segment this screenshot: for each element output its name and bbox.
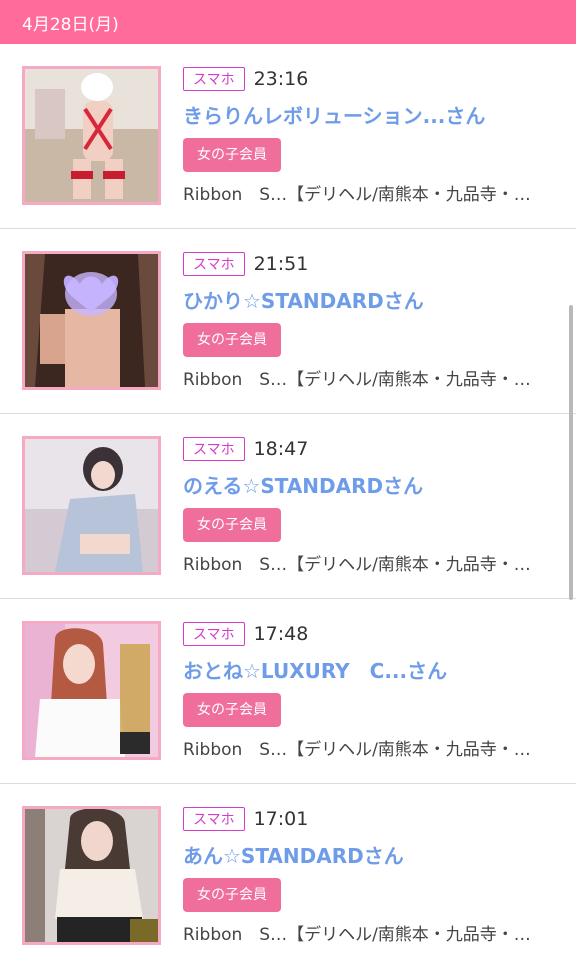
device-badge: スマホ <box>183 252 245 276</box>
entry-info: スマホ 18:47 のえる☆STANDARDさん 女の子会員 Ribbon S…… <box>183 436 556 575</box>
girl-name-link[interactable]: のえる☆STANDARDさん <box>183 472 556 500</box>
list-item[interactable]: スマホ 23:16 きらりんレボリューション...さん 女の子会員 Ribbon… <box>0 44 576 229</box>
diary-list: スマホ 23:16 きらりんレボリューション...さん 女の子会員 Ribbon… <box>0 44 576 969</box>
entry-info: スマホ 17:01 あん☆STANDARDさん 女の子会員 Ribbon S…【… <box>183 806 556 945</box>
list-item[interactable]: スマホ 21:51 ひかり☆STANDARDさん 女の子会員 Ribbon S…… <box>0 229 576 414</box>
profile-photo[interactable] <box>22 66 161 205</box>
post-time: 17:01 <box>253 808 309 830</box>
entry-info: スマホ 17:48 おとね☆LUXURY C...さん 女の子会員 Ribbon… <box>183 621 556 760</box>
girl-name-link[interactable]: ひかり☆STANDARDさん <box>183 287 556 315</box>
device-badge: スマホ <box>183 437 245 461</box>
shop-name: Ribbon S…【デリヘル/南熊本・九品寺・… <box>183 185 531 205</box>
device-badge: スマホ <box>183 807 245 831</box>
entry-info: スマホ 23:16 きらりんレボリューション...さん 女の子会員 Ribbon… <box>183 66 556 205</box>
device-badge: スマホ <box>183 622 245 646</box>
scrollbar[interactable] <box>569 305 573 600</box>
shop-name: Ribbon S…【デリヘル/南熊本・九品寺・… <box>183 740 531 760</box>
girl-name-link[interactable]: おとね☆LUXURY C...さん <box>183 657 556 685</box>
member-badge: 女の子会員 <box>183 138 281 172</box>
profile-photo[interactable] <box>22 806 161 945</box>
date-header: 4月28日(月) <box>0 0 576 44</box>
girl-name-link[interactable]: あん☆STANDARDさん <box>183 842 556 870</box>
member-badge: 女の子会員 <box>183 508 281 542</box>
girl-name-link[interactable]: きらりんレボリューション...さん <box>183 102 556 130</box>
shop-name: Ribbon S…【デリヘル/南熊本・九品寺・… <box>183 370 531 390</box>
post-time: 21:51 <box>253 253 309 275</box>
entry-info: スマホ 21:51 ひかり☆STANDARDさん 女の子会員 Ribbon S…… <box>183 251 556 390</box>
profile-photo[interactable] <box>22 621 161 760</box>
post-time: 17:48 <box>253 623 309 645</box>
member-badge: 女の子会員 <box>183 323 281 357</box>
shop-name: Ribbon S…【デリヘル/南熊本・九品寺・… <box>183 555 531 575</box>
device-badge: スマホ <box>183 67 245 91</box>
post-time: 23:16 <box>253 68 309 90</box>
member-badge: 女の子会員 <box>183 878 281 912</box>
shop-name: Ribbon S…【デリヘル/南熊本・九品寺・… <box>183 925 531 945</box>
date-label: 4月28日(月) <box>22 14 119 35</box>
list-item[interactable]: スマホ 17:48 おとね☆LUXURY C...さん 女の子会員 Ribbon… <box>0 599 576 784</box>
list-item[interactable]: スマホ 17:01 あん☆STANDARDさん 女の子会員 Ribbon S…【… <box>0 784 576 969</box>
profile-photo[interactable] <box>22 436 161 575</box>
post-time: 18:47 <box>253 438 309 460</box>
profile-photo[interactable] <box>22 251 161 390</box>
list-item[interactable]: スマホ 18:47 のえる☆STANDARDさん 女の子会員 Ribbon S…… <box>0 414 576 599</box>
member-badge: 女の子会員 <box>183 693 281 727</box>
